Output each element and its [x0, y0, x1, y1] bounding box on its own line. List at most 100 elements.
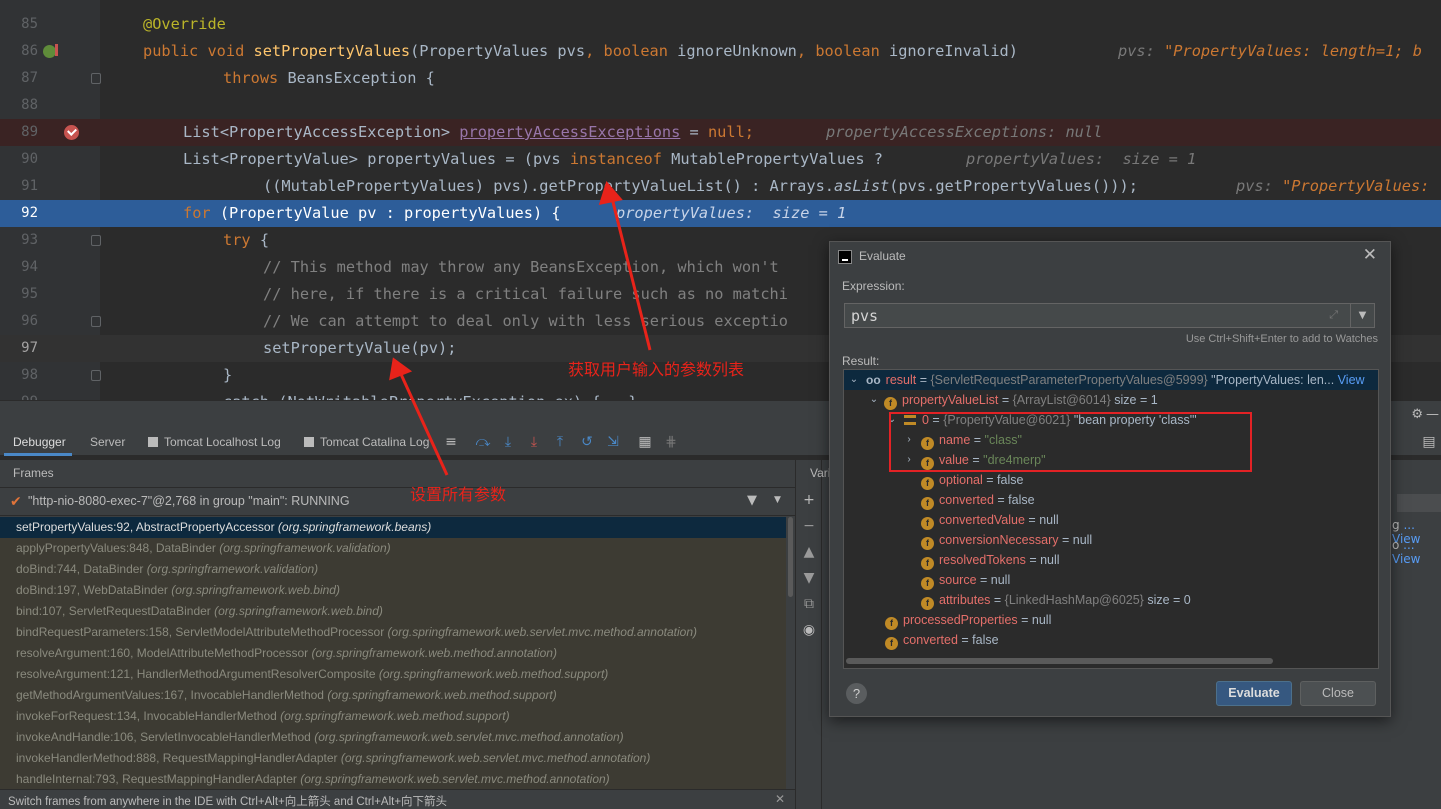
chevron-down-icon[interactable]: ▼ — [774, 495, 781, 505]
stack-frame-row[interactable]: getMethodArgumentValues:167, InvocableHa… — [0, 685, 786, 706]
tree-node[interactable]: f convertedValue = null — [921, 510, 1059, 530]
stack-frame-row[interactable]: setPropertyValues:92, AbstractPropertyAc… — [0, 517, 786, 538]
frames-scrollbar[interactable] — [786, 517, 795, 789]
stack-frame-row[interactable]: doBind:744, DataBinder (org.springframew… — [0, 559, 786, 580]
copy-icon[interactable]: ⧉ — [801, 596, 817, 612]
evaluate-expression-icon[interactable]: ▦ — [637, 434, 653, 450]
help-button[interactable]: ? — [846, 683, 867, 704]
line-number: 96 — [21, 313, 38, 329]
frame-method: resolveArgument:121, HandlerMethodArgume… — [16, 667, 376, 681]
override-annotation: @Override — [143, 15, 226, 33]
field-icon: f — [885, 617, 898, 630]
var-row[interactable]: o ... View — [1392, 538, 1441, 566]
code-text: } — [223, 366, 233, 384]
field-lock-icon: f — [884, 397, 897, 410]
frame-method: invokeHandlerMethod:888, RequestMappingH… — [16, 751, 338, 765]
tree-node-result[interactable]: ⌄ oo result = {ServletRequestParameterPro… — [844, 370, 1378, 390]
tree-node[interactable]: f converted = false — [885, 630, 999, 650]
expression-input[interactable] — [851, 306, 1321, 325]
step-out-icon[interactable]: ⤒ — [552, 434, 568, 450]
stack-frame-row[interactable]: handleInternal:793, RequestMappingHandle… — [0, 769, 786, 789]
settings-icon[interactable]: ⚙ — [1411, 407, 1423, 422]
tree-node[interactable]: f processedProperties = null — [885, 610, 1051, 630]
frames-header: Frames — [0, 460, 795, 488]
code-text: catch (NotWritablePropertyException ex) … — [223, 389, 637, 400]
step-over-icon[interactable]: ⤼ — [475, 434, 491, 450]
tree-node[interactable]: f converted = false — [921, 490, 1035, 510]
stack-frame-row[interactable]: bindRequestParameters:158, ServletModelA… — [0, 622, 786, 643]
stack-frame-row[interactable]: invokeForRequest:134, InvocableHandlerMe… — [0, 706, 786, 727]
filter-icon[interactable]: ▼ — [747, 493, 757, 508]
step-into-icon[interactable]: ⤓ — [500, 434, 516, 450]
close-icon[interactable]: ✕ — [1363, 245, 1377, 265]
line-number: 89 — [21, 124, 38, 140]
code-line-85: 85 @Override — [0, 11, 1441, 38]
stack-frame-row[interactable]: doBind:197, WebDataBinder (org.springfra… — [0, 580, 786, 601]
fold-marker[interactable] — [91, 235, 101, 246]
minimize-icon[interactable]: — — [1426, 407, 1439, 422]
chevron-down-icon[interactable]: ⌄ — [848, 370, 860, 390]
status-hint: Switch frames from anywhere in the IDE w… — [8, 796, 448, 808]
close-icon[interactable]: ✕ — [775, 792, 785, 806]
tab-tomcat-catalina-log[interactable]: Tomcat Catalina Log — [304, 435, 429, 449]
show-execution-point-icon[interactable]: ≡ — [443, 434, 459, 450]
expression-field[interactable]: ⤢ ▼ — [844, 303, 1375, 328]
code-comment: // We can attempt to deal only with less… — [263, 312, 788, 330]
fold-marker[interactable] — [91, 73, 101, 84]
code-text: for (PropertyValue pv : propertyValues) … — [183, 204, 561, 222]
run-to-cursor-icon[interactable]: ⇲ — [605, 434, 621, 450]
force-step-into-icon[interactable]: ⤓ — [526, 434, 542, 450]
tab-debugger[interactable]: Debugger — [13, 435, 66, 449]
horizontal-scrollbar[interactable] — [846, 658, 1273, 664]
stack-frame-row[interactable]: bind:107, ServletRequestDataBinder (org.… — [0, 601, 786, 622]
method-signature: public void setPropertyValues(PropertyVa… — [143, 42, 1018, 60]
field-icon: f — [885, 637, 898, 650]
line-number: 97 — [21, 340, 38, 356]
remove-icon[interactable]: − — [801, 518, 817, 534]
evaluate-button[interactable]: Evaluate — [1216, 681, 1292, 706]
inline-hint: propertyAccessExceptions: null — [826, 123, 1103, 141]
stack-frame-row[interactable]: resolveArgument:121, HandlerMethodArgume… — [0, 664, 786, 685]
stack-frame-row[interactable]: resolveArgument:160, ModelAttributeMetho… — [0, 643, 786, 664]
close-button[interactable]: Close — [1300, 681, 1376, 706]
stack-frame-row[interactable]: invokeHandlerMethod:888, RequestMappingH… — [0, 748, 786, 769]
tree-node[interactable]: f attributes = {LinkedHashMap@6025} size … — [921, 590, 1191, 610]
fold-marker[interactable] — [91, 370, 101, 381]
frame-method: handleInternal:793, RequestMappingHandle… — [16, 772, 297, 786]
frames-panel: Frames ✔ "http-nio-8080-exec-7"@2,768 in… — [0, 460, 795, 809]
result-tree[interactable]: ⌄ oo result = {ServletRequestParameterPro… — [843, 369, 1379, 669]
stack-frame-row[interactable]: invokeAndHandle:106, ServletInvocableHan… — [0, 727, 786, 748]
var-toolbar — [1397, 494, 1441, 512]
add-icon[interactable]: + — [801, 492, 817, 508]
tree-node[interactable]: f conversionNecessary = null — [921, 530, 1092, 550]
console-icon — [148, 437, 158, 447]
breakpoint-icon[interactable] — [64, 125, 79, 140]
field-icon: f — [921, 597, 934, 610]
frame-method: invokeAndHandle:106, ServletInvocableHan… — [16, 730, 311, 744]
up-icon[interactable]: ▲ — [801, 544, 817, 560]
override-method-icon[interactable] — [43, 44, 58, 58]
expand-icon[interactable]: ⤢ — [1329, 308, 1338, 322]
tree-node[interactable]: f source = null — [921, 570, 1010, 590]
fold-marker[interactable] — [91, 316, 101, 327]
tree-node[interactable]: f optional = false — [921, 470, 1023, 490]
line-number: 93 — [21, 232, 38, 248]
code-line-84: 84 — [0, 0, 1441, 10]
eye-icon[interactable]: ◉ — [801, 622, 817, 638]
frame-method: setPropertyValues:92, AbstractPropertyAc… — [16, 520, 275, 534]
thread-selector[interactable]: ✔ "http-nio-8080-exec-7"@2,768 in group … — [0, 489, 795, 516]
layout-icon[interactable]: ▤ — [1421, 434, 1437, 450]
down-icon[interactable]: ▼ — [801, 570, 817, 586]
tab-tomcat-localhost-log[interactable]: Tomcat Localhost Log — [148, 435, 281, 449]
tab-server[interactable]: Server — [90, 435, 125, 449]
tree-node[interactable]: f resolvedTokens = null — [921, 550, 1060, 570]
view-link[interactable]: View — [1334, 373, 1365, 387]
stack-frames-list[interactable]: setPropertyValues:92, AbstractPropertyAc… — [0, 517, 786, 789]
line-number: 90 — [21, 151, 38, 167]
stack-frame-row[interactable]: applyPropertyValues:848, DataBinder (org… — [0, 538, 786, 559]
chevron-down-icon[interactable]: ⌄ — [868, 390, 880, 410]
trace-icon[interactable]: ⋕ — [663, 434, 679, 450]
frame-package: (org.springframework.web.bind) — [214, 604, 383, 618]
drop-frame-icon[interactable]: ↺ — [579, 434, 595, 450]
chevron-down-icon[interactable]: ▼ — [1350, 304, 1374, 327]
